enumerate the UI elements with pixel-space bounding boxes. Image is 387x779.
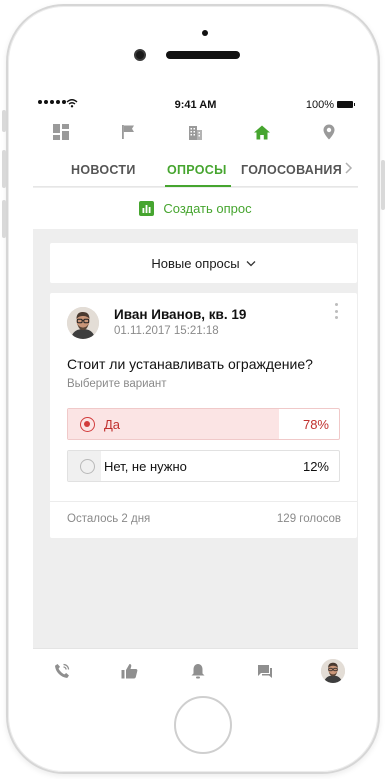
chevron-right-icon[interactable] <box>344 162 354 174</box>
author-avatar[interactable] <box>67 307 99 339</box>
poll-question: Стоит ли устанавливать ограждение? <box>67 356 313 372</box>
radio-button[interactable] <box>80 459 95 474</box>
poll-date: 01.11.2017 15:21:18 <box>114 325 219 337</box>
dashboard-icon[interactable] <box>50 121 72 143</box>
section-tabs: НОВОСТИ ОПРОСЫ ГОЛОСОВАНИЯ <box>33 149 358 187</box>
option-label: Нет, не нужно <box>104 459 187 474</box>
option-percent: 12% <box>302 459 329 474</box>
battery-icon <box>337 101 355 108</box>
call-icon[interactable] <box>49 658 75 684</box>
flag-icon[interactable] <box>117 121 139 143</box>
poll-option-no[interactable]: Нет, не нужно 12% <box>67 450 340 482</box>
time-remaining: Осталось 2 дня <box>67 513 151 525</box>
option-label: Да <box>104 417 121 432</box>
app-screen: 9:41 AM 100% НОВОСТИ ОПРОСЫ ГОЛОСОВАНИЯ … <box>33 95 358 693</box>
home-button[interactable] <box>174 696 232 754</box>
mute-switch <box>2 110 6 132</box>
tab-votings[interactable]: ГОЛОСОВАНИЯ <box>241 163 342 177</box>
proximity-sensor <box>202 30 208 36</box>
vote-count: 129 голосов <box>276 513 341 525</box>
option-result-bar <box>68 409 280 439</box>
poll-filter-dropdown[interactable]: Новые опросы <box>50 243 357 283</box>
more-options-icon[interactable] <box>335 303 339 319</box>
thumbs-up-icon[interactable] <box>117 658 143 684</box>
poll-card: Иван Иванов, кв. 19 01.11.2017 15:21:18 … <box>50 293 357 538</box>
chat-icon[interactable] <box>252 658 278 684</box>
home-icon[interactable] <box>251 121 273 143</box>
profile-avatar[interactable] <box>320 658 346 684</box>
create-poll-label: Создать опрос <box>163 201 252 216</box>
location-pin-icon[interactable] <box>318 121 340 143</box>
earpiece-speaker <box>166 51 240 59</box>
card-divider <box>50 501 357 502</box>
status-bar: 9:41 AM 100% <box>33 95 358 115</box>
bar-chart-icon <box>139 201 155 216</box>
bottom-navigation <box>33 648 358 693</box>
battery-percent: 100% <box>305 99 334 111</box>
radio-button[interactable] <box>80 417 95 432</box>
front-camera <box>134 49 146 61</box>
poll-author: Иван Иванов, кв. 19 <box>114 307 247 322</box>
tab-polls[interactable]: ОПРОСЫ <box>167 163 227 177</box>
option-percent: 78% <box>302 417 329 432</box>
building-icon[interactable] <box>184 121 206 143</box>
volume-up-button <box>2 150 6 188</box>
poll-option-yes[interactable]: Да 78% <box>67 408 340 440</box>
top-navigation <box>33 115 358 149</box>
power-button <box>381 160 385 210</box>
tab-news[interactable]: НОВОСТИ <box>71 163 136 177</box>
volume-down-button <box>2 200 6 238</box>
active-tab-indicator <box>165 185 231 187</box>
create-poll-button[interactable]: Создать опрос <box>33 188 358 229</box>
poll-hint: Выберите вариант <box>67 378 167 390</box>
filter-label: Новые опросы <box>151 255 240 271</box>
chevron-down-icon <box>246 260 256 266</box>
bell-icon[interactable] <box>185 658 211 684</box>
